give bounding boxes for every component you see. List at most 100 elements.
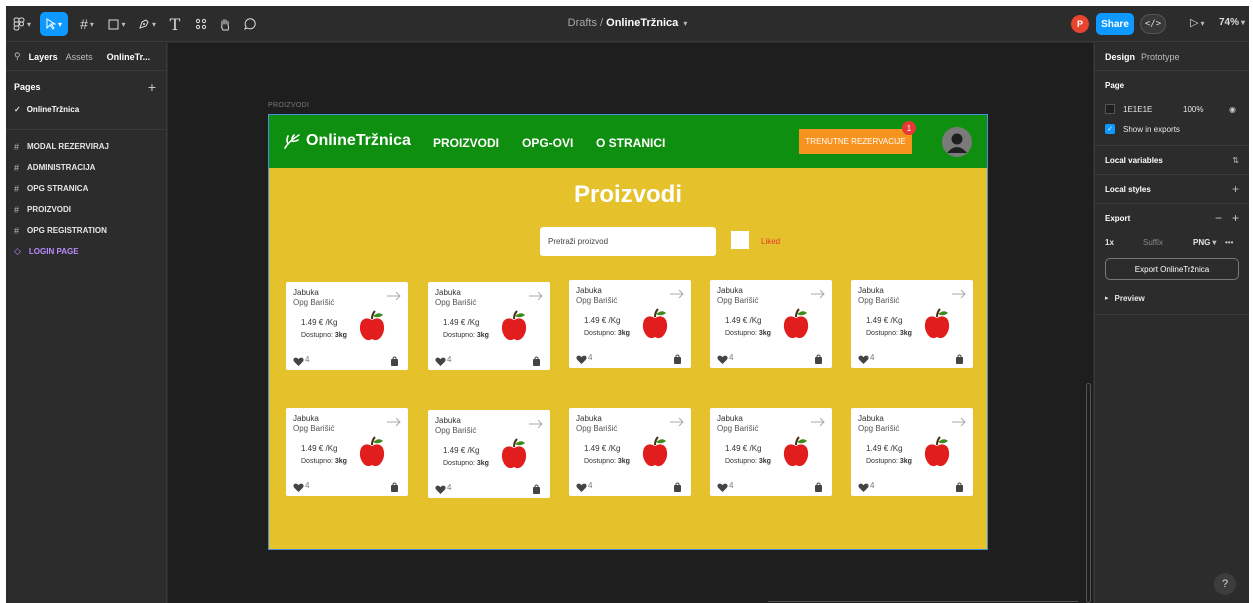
product-seller[interactable]: Opg Barišić bbox=[293, 424, 334, 433]
nav-link-o-stranici[interactable]: O STRANICI bbox=[596, 136, 665, 150]
product-card[interactable]: Jabuka Opg Barišić 1.49 € /Kg Dostupno: 3kg… bbox=[851, 408, 973, 496]
product-card[interactable]: Jabuka Opg Barišić 1.49 € /Kg Dostupno: 3kg… bbox=[569, 408, 691, 496]
local-styles-section[interactable]: Local styles + bbox=[1095, 175, 1249, 204]
product-seller[interactable]: Opg Barišić bbox=[435, 426, 476, 435]
arrow-right-icon[interactable] bbox=[810, 414, 826, 432]
site-logo[interactable]: OnlineTržnica bbox=[283, 132, 411, 150]
product-card[interactable]: Jabuka Opg Barišić 1.49 € /Kg Dostupno: 3kg… bbox=[286, 408, 408, 496]
show-in-exports-row[interactable]: ✓ Show in exports bbox=[1105, 119, 1239, 139]
export-button[interactable]: Export OnlineTržnica bbox=[1105, 258, 1239, 280]
nav-link-proizvodi[interactable]: PROIZVODI bbox=[433, 136, 499, 150]
proizvodi-frame[interactable]: OnlineTržnica PROIZVODI OPG-OVI O STRANI… bbox=[268, 114, 988, 550]
product-seller[interactable]: Opg Barišić bbox=[576, 296, 617, 305]
arrow-right-icon[interactable] bbox=[951, 414, 967, 432]
product-seller[interactable]: Opg Barišić bbox=[435, 298, 476, 307]
page-opacity-value[interactable]: 100% bbox=[1183, 105, 1229, 114]
chevron-down-icon[interactable]: ▾ bbox=[683, 19, 687, 28]
local-variables-section[interactable]: Local variables ⇅ bbox=[1095, 146, 1249, 175]
product-seller[interactable]: Opg Barišić bbox=[576, 424, 617, 433]
heart-icon[interactable] bbox=[717, 480, 728, 498]
arrow-right-icon[interactable] bbox=[528, 288, 544, 306]
file-name[interactable]: OnlineTržnica bbox=[606, 17, 678, 29]
tab-file[interactable]: OnlineTr... bbox=[107, 52, 151, 62]
product-card[interactable]: Jabuka Opg Barišić 1.49 € /Kg Dostupno: 3kg… bbox=[428, 410, 550, 498]
product-card[interactable]: Jabuka Opg Barišić 1.49 € /Kg Dostupno: 3kg… bbox=[428, 282, 550, 370]
layer-item[interactable]: ◇ LOGIN PAGE bbox=[6, 241, 166, 262]
drafts-link[interactable]: Drafts bbox=[568, 17, 597, 29]
shopping-bag-icon[interactable] bbox=[532, 481, 541, 499]
product-card[interactable]: Jabuka Opg Barišić 1.49 € /Kg Dostupno: 3kg… bbox=[710, 280, 832, 368]
heart-icon[interactable] bbox=[293, 354, 304, 372]
tab-assets[interactable]: Assets bbox=[66, 52, 93, 62]
present-button[interactable]: ▷ ▾ bbox=[1190, 16, 1204, 29]
tab-design[interactable]: Design bbox=[1105, 52, 1135, 62]
more-options-icon[interactable]: ••• bbox=[1225, 238, 1233, 247]
page-color-row[interactable]: 1E1E1E 100% ◉ bbox=[1105, 99, 1239, 119]
shopping-bag-icon[interactable] bbox=[955, 479, 964, 497]
arrow-right-icon[interactable] bbox=[669, 414, 685, 432]
heart-icon[interactable] bbox=[858, 480, 869, 498]
file-title[interactable]: Drafts / OnlineTržnica ▾ bbox=[6, 17, 1249, 29]
product-seller[interactable]: Opg Barišić bbox=[717, 296, 758, 305]
variables-icon[interactable]: ⇅ bbox=[1232, 156, 1239, 165]
product-card[interactable]: Jabuka Opg Barišić 1.49 € /Kg Dostupno: 3kg… bbox=[851, 280, 973, 368]
export-scale[interactable]: 1x bbox=[1105, 238, 1143, 247]
heart-icon[interactable] bbox=[576, 352, 587, 370]
share-button[interactable]: Share bbox=[1096, 13, 1134, 35]
tab-layers[interactable]: Layers bbox=[29, 52, 58, 62]
eye-icon[interactable]: ◉ bbox=[1229, 105, 1236, 114]
arrow-right-icon[interactable] bbox=[669, 286, 685, 304]
product-seller[interactable]: Opg Barišić bbox=[293, 298, 334, 307]
horizontal-scrollbar[interactable] bbox=[768, 601, 1078, 602]
product-card[interactable]: Jabuka Opg Barišić 1.49 € /Kg Dostupno: 3kg… bbox=[569, 280, 691, 368]
search-icon[interactable]: ⚲ bbox=[14, 51, 21, 62]
heart-icon[interactable] bbox=[435, 482, 446, 500]
shopping-bag-icon[interactable] bbox=[673, 479, 682, 497]
product-search-input[interactable]: Pretraži proizvod bbox=[540, 227, 716, 256]
tab-prototype[interactable]: Prototype bbox=[1141, 52, 1180, 62]
profile-avatar-icon[interactable] bbox=[942, 127, 972, 157]
heart-icon[interactable] bbox=[293, 480, 304, 498]
color-swatch[interactable] bbox=[1105, 104, 1115, 114]
remove-export-icon[interactable]: − bbox=[1215, 211, 1222, 225]
layer-item[interactable]: # MODAL REZERVIRAJ bbox=[6, 136, 166, 157]
shopping-bag-icon[interactable] bbox=[673, 351, 682, 369]
shopping-bag-icon[interactable] bbox=[814, 351, 823, 369]
add-page-icon[interactable]: + bbox=[148, 79, 156, 95]
arrow-right-icon[interactable] bbox=[528, 416, 544, 434]
user-avatar[interactable]: P bbox=[1071, 15, 1089, 33]
export-format-select[interactable]: PNG ▾ bbox=[1193, 238, 1225, 247]
shopping-bag-icon[interactable] bbox=[390, 353, 399, 371]
product-seller[interactable]: Opg Barišić bbox=[858, 424, 899, 433]
layer-item[interactable]: # PROIZVODI bbox=[6, 199, 166, 220]
arrow-right-icon[interactable] bbox=[386, 288, 402, 306]
help-button[interactable]: ? bbox=[1214, 573, 1236, 595]
layer-item[interactable]: # OPG STRANICA bbox=[6, 178, 166, 199]
add-style-icon[interactable]: + bbox=[1232, 182, 1239, 196]
page-color-value[interactable]: 1E1E1E bbox=[1123, 105, 1183, 114]
shopping-bag-icon[interactable] bbox=[390, 479, 399, 497]
shopping-bag-icon[interactable] bbox=[955, 351, 964, 369]
heart-icon[interactable] bbox=[435, 354, 446, 372]
product-card[interactable]: Jabuka Opg Barišić 1.49 € /Kg Dostupno: 3kg… bbox=[710, 408, 832, 496]
heart-icon[interactable] bbox=[858, 352, 869, 370]
product-card[interactable]: Jabuka Opg Barišić 1.49 € /Kg Dostupno: 3kg… bbox=[286, 282, 408, 370]
preview-toggle[interactable]: ▸ Preview bbox=[1105, 288, 1239, 308]
frame-label[interactable]: PROIZVODI bbox=[268, 102, 309, 109]
arrow-right-icon[interactable] bbox=[810, 286, 826, 304]
dev-mode-toggle[interactable]: </> bbox=[1140, 14, 1166, 34]
vertical-scrollbar[interactable] bbox=[1086, 383, 1091, 603]
product-seller[interactable]: Opg Barišić bbox=[717, 424, 758, 433]
add-export-icon[interactable]: + bbox=[1232, 211, 1239, 225]
reservations-button[interactable]: TRENUTNE REZERVACIJE bbox=[799, 129, 912, 154]
layer-item[interactable]: # ADMINISTRACIJA bbox=[6, 157, 166, 178]
arrow-right-icon[interactable] bbox=[951, 286, 967, 304]
checkbox-checked-icon[interactable]: ✓ bbox=[1105, 124, 1115, 134]
heart-icon[interactable] bbox=[576, 480, 587, 498]
product-seller[interactable]: Opg Barišić bbox=[858, 296, 899, 305]
shopping-bag-icon[interactable] bbox=[532, 353, 541, 371]
nav-link-opg-ovi[interactable]: OPG-OVI bbox=[522, 136, 573, 150]
export-suffix-input[interactable]: Suffix bbox=[1143, 238, 1193, 247]
shopping-bag-icon[interactable] bbox=[814, 479, 823, 497]
liked-checkbox[interactable] bbox=[731, 231, 749, 249]
